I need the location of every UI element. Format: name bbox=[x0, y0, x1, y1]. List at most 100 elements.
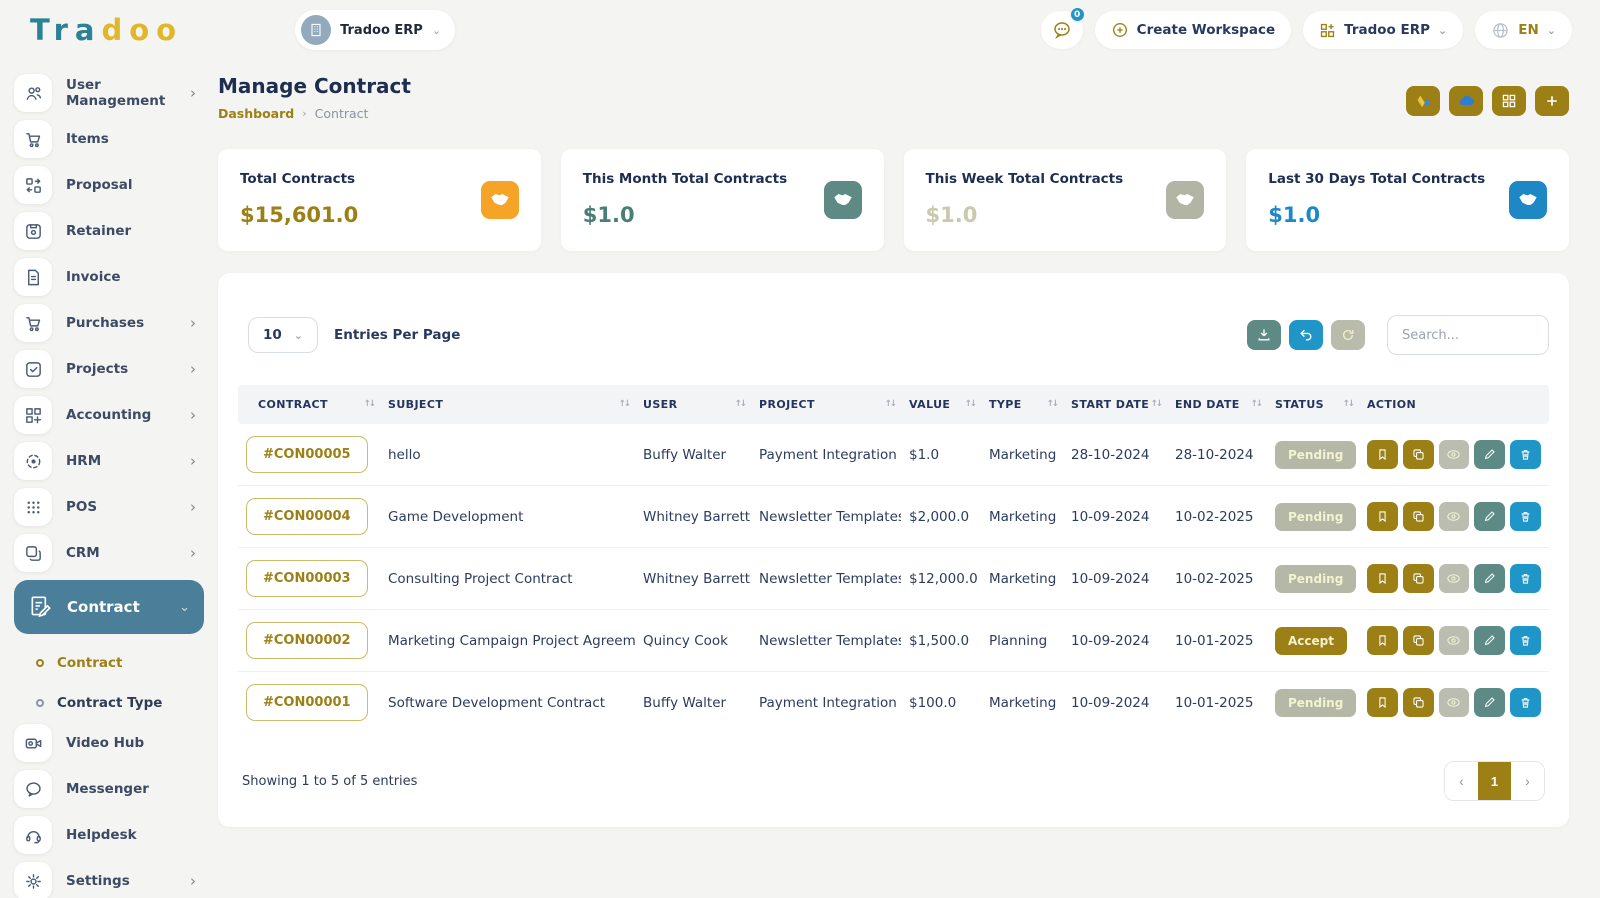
duplicate-button[interactable] bbox=[1403, 688, 1434, 717]
refresh-button[interactable] bbox=[1331, 320, 1365, 350]
bookmark-button[interactable] bbox=[1367, 440, 1398, 469]
sidebar-item-proposal[interactable]: Proposal › bbox=[14, 166, 218, 204]
column-header-contract[interactable]: CONTRACT↑↓ bbox=[238, 385, 380, 424]
sidebar-item-projects[interactable]: Projects › bbox=[14, 350, 218, 388]
sort-icon[interactable]: ↑↓ bbox=[1047, 399, 1057, 409]
contract-id-badge[interactable]: #CON00002 bbox=[246, 622, 368, 659]
column-header-user[interactable]: USER↑↓ bbox=[635, 385, 751, 424]
view-button[interactable] bbox=[1439, 564, 1470, 593]
duplicate-button[interactable] bbox=[1403, 502, 1434, 531]
pagination-page-1[interactable]: 1 bbox=[1478, 762, 1511, 800]
edit-button[interactable] bbox=[1474, 440, 1505, 469]
delete-button[interactable] bbox=[1510, 502, 1541, 531]
bookmark-button[interactable] bbox=[1367, 626, 1398, 655]
duplicate-button[interactable] bbox=[1403, 626, 1434, 655]
bookmark-button[interactable] bbox=[1367, 502, 1398, 531]
bookmark-button[interactable] bbox=[1367, 688, 1398, 717]
contract-id-badge[interactable]: #CON00003 bbox=[246, 560, 368, 597]
sidebar-item-user-management[interactable]: User Management › bbox=[14, 74, 218, 112]
sidebar-item-invoice[interactable]: Invoice › bbox=[14, 258, 218, 296]
sort-icon[interactable]: ↑↓ bbox=[1251, 399, 1261, 409]
delete-button[interactable] bbox=[1510, 564, 1541, 593]
eye-icon bbox=[1446, 447, 1461, 462]
delete-button[interactable] bbox=[1510, 440, 1541, 469]
grid-view-button[interactable] bbox=[1492, 86, 1526, 116]
sidebar-item-messenger[interactable]: Messenger › bbox=[14, 770, 218, 808]
edit-button[interactable] bbox=[1474, 626, 1505, 655]
stat-value: $1.0 bbox=[926, 203, 1124, 227]
column-header-value[interactable]: VALUE↑↓ bbox=[901, 385, 981, 424]
column-header-action[interactable]: ACTION bbox=[1359, 385, 1549, 424]
breadcrumb-dashboard[interactable]: Dashboard bbox=[218, 106, 294, 121]
google-drive-button[interactable] bbox=[1406, 86, 1440, 116]
duplicate-button[interactable] bbox=[1403, 440, 1434, 469]
undo-button[interactable] bbox=[1289, 320, 1323, 350]
sidebar-item-helpdesk[interactable]: Helpdesk › bbox=[14, 816, 218, 854]
contract-id-badge[interactable]: #CON00004 bbox=[246, 498, 368, 535]
sidebar-item-accounting[interactable]: Accounting › bbox=[14, 396, 218, 434]
duplicate-button[interactable] bbox=[1403, 564, 1434, 593]
stat-label: Last 30 Days Total Contracts bbox=[1268, 171, 1485, 187]
chevron-right-icon: › bbox=[190, 498, 196, 516]
sidebar-item-items[interactable]: Items › bbox=[14, 120, 218, 158]
app-logo[interactable]: Tradoo bbox=[30, 13, 183, 47]
column-header-subject[interactable]: SUBJECT↑↓ bbox=[380, 385, 635, 424]
cell-subject: Game Development bbox=[380, 486, 635, 548]
column-header-start-date[interactable]: START DATE↑↓ bbox=[1063, 385, 1167, 424]
sidebar-item-crm[interactable]: CRM › bbox=[14, 534, 218, 572]
view-button[interactable] bbox=[1439, 688, 1470, 717]
chat-button[interactable]: 0 bbox=[1041, 11, 1083, 49]
create-workspace-button[interactable]: Create Workspace bbox=[1095, 11, 1291, 49]
cell-type: Marketing bbox=[981, 548, 1063, 610]
sidebar-item-purchases[interactable]: Purchases › bbox=[14, 304, 218, 342]
sort-icon[interactable]: ↑↓ bbox=[885, 399, 895, 409]
sidebar-subitem-contract-type[interactable]: Contract Type bbox=[14, 684, 218, 722]
sort-icon[interactable]: ↑↓ bbox=[619, 399, 629, 409]
column-header-status[interactable]: STATUS↑↓ bbox=[1267, 385, 1359, 424]
view-button[interactable] bbox=[1439, 626, 1470, 655]
contract-id-badge[interactable]: #CON00001 bbox=[246, 684, 368, 721]
sort-icon[interactable]: ↑↓ bbox=[965, 399, 975, 409]
view-button[interactable] bbox=[1439, 440, 1470, 469]
showing-entries-text: Showing 1 to 5 of 5 entries bbox=[242, 774, 417, 789]
projects-icon bbox=[14, 350, 52, 388]
main-content: Manage Contract Dashboard › Contract bbox=[218, 60, 1600, 898]
crm-icon bbox=[14, 534, 52, 572]
delete-button[interactable] bbox=[1510, 626, 1541, 655]
workspace-selector[interactable]: Tradoo ERP ⌄ bbox=[295, 10, 455, 50]
onedrive-button[interactable] bbox=[1449, 86, 1483, 116]
export-download-button[interactable] bbox=[1247, 320, 1281, 350]
column-header-project[interactable]: PROJECT↑↓ bbox=[751, 385, 901, 424]
entries-per-page-select[interactable]: 10 ⌄ bbox=[248, 317, 318, 353]
language-selector[interactable]: EN ⌄ bbox=[1475, 11, 1572, 49]
bookmark-button[interactable] bbox=[1367, 564, 1398, 593]
sidebar-subitem-contract[interactable]: Contract bbox=[14, 644, 218, 682]
view-button[interactable] bbox=[1439, 502, 1470, 531]
sidebar-item-retainer[interactable]: Retainer › bbox=[14, 212, 218, 250]
pagination-prev-button[interactable]: ‹ bbox=[1445, 762, 1478, 800]
grid-icon bbox=[1501, 93, 1517, 109]
add-contract-button[interactable] bbox=[1535, 86, 1569, 116]
delete-button[interactable] bbox=[1510, 688, 1541, 717]
sort-icon[interactable]: ↑↓ bbox=[735, 399, 745, 409]
retainer-icon bbox=[14, 212, 52, 250]
edit-button[interactable] bbox=[1474, 502, 1505, 531]
search-input[interactable] bbox=[1387, 315, 1549, 355]
sidebar-item-pos[interactable]: POS › bbox=[14, 488, 218, 526]
sort-icon[interactable]: ↑↓ bbox=[1343, 399, 1353, 409]
column-header-end-date[interactable]: END DATE↑↓ bbox=[1167, 385, 1267, 424]
workspace-menu-button[interactable]: Tradoo ERP ⌄ bbox=[1303, 11, 1463, 49]
edit-button[interactable] bbox=[1474, 688, 1505, 717]
sidebar-item-settings[interactable]: Settings › bbox=[14, 862, 218, 898]
stat-card: Last 30 Days Total Contracts $1.0 bbox=[1246, 149, 1569, 251]
contract-id-badge[interactable]: #CON00005 bbox=[246, 436, 368, 473]
column-header-type[interactable]: TYPE↑↓ bbox=[981, 385, 1063, 424]
sidebar-item-video-hub[interactable]: Video Hub › bbox=[14, 724, 218, 762]
copy-icon bbox=[1412, 448, 1425, 461]
sidebar-item-contract-parent[interactable]: Contract ⌄ bbox=[14, 580, 204, 634]
edit-button[interactable] bbox=[1474, 564, 1505, 593]
sort-icon[interactable]: ↑↓ bbox=[1151, 399, 1161, 409]
sidebar-item-hrm[interactable]: HRM › bbox=[14, 442, 218, 480]
sort-icon[interactable]: ↑↓ bbox=[364, 399, 374, 409]
pagination-next-button[interactable]: › bbox=[1511, 762, 1544, 800]
